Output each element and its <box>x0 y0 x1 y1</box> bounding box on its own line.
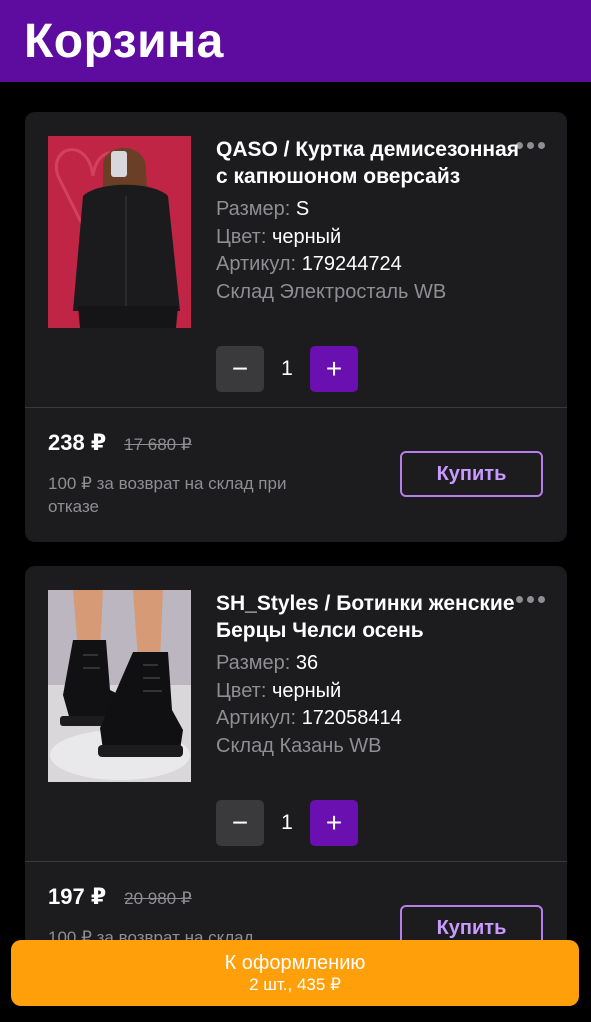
size-label: Размер: <box>216 198 291 220</box>
cart-item: QASO / Куртка демисезонная с капюшоном о… <box>25 112 567 542</box>
app-header: Корзина <box>0 0 591 82</box>
decrease-button[interactable]: − <box>216 800 264 846</box>
product-meta: Размер: 36 Цвет: черный Артикул: 1720584… <box>216 650 536 760</box>
checkout-label: К оформлению <box>224 952 366 974</box>
size-value: S <box>295 198 310 220</box>
decrease-button[interactable]: − <box>216 346 264 392</box>
checkout-summary: 2 шт., 435 ₽ <box>249 975 341 994</box>
product-image[interactable] <box>48 136 191 328</box>
quantity-value: 1 <box>281 357 293 380</box>
size-label: Размер: <box>216 652 291 674</box>
quantity-value: 1 <box>281 811 293 834</box>
quantity-stepper: − 1 + <box>216 346 358 392</box>
product-title[interactable]: SH_Styles / Ботинки женские Берцы Челси … <box>216 590 536 644</box>
increase-button[interactable]: + <box>310 346 358 392</box>
product-title[interactable]: QASO / Куртка демисезонная с капюшоном о… <box>216 136 536 190</box>
product-meta: Размер: S Цвет: черный Артикул: 17924472… <box>216 196 536 306</box>
article-label: Артикул: <box>216 253 297 275</box>
increase-button[interactable]: + <box>310 800 358 846</box>
article-label: Артикул: <box>216 707 297 729</box>
old-price: 17 680 ₽ <box>124 435 192 454</box>
cart-item: SH_Styles / Ботинки женские Берцы Челси … <box>25 566 567 986</box>
old-price: 20 980 ₽ <box>124 889 192 908</box>
product-image[interactable] <box>48 590 191 782</box>
page-title: Корзина <box>24 14 224 68</box>
article-value: 172058414 <box>301 707 402 729</box>
color-value: черный <box>271 225 342 248</box>
price-row: 197 ₽ 20 980 ₽ <box>48 884 192 910</box>
divider <box>25 861 567 862</box>
color-label: Цвет: <box>216 679 267 702</box>
warehouse: Склад Казань WB <box>216 734 382 757</box>
product-info: QASO / Куртка демисезонная с капюшоном о… <box>216 136 536 306</box>
article-value: 179244724 <box>301 253 402 275</box>
quantity-stepper: − 1 + <box>216 800 358 846</box>
product-info: SH_Styles / Ботинки женские Берцы Челси … <box>216 590 536 760</box>
return-note: 100 ₽ за возврат на склад при отказе <box>48 474 287 516</box>
warehouse: Склад Электросталь WB <box>216 280 447 303</box>
price-row: 238 ₽ 17 680 ₽ <box>48 430 192 456</box>
color-value: черный <box>271 679 342 702</box>
buy-button[interactable]: Купить <box>400 451 543 497</box>
size-value: 36 <box>295 652 319 674</box>
price: 238 ₽ <box>48 430 107 455</box>
checkout-button[interactable]: К оформлению 2 шт., 435 ₽ <box>11 940 579 1006</box>
price: 197 ₽ <box>48 884 107 909</box>
color-label: Цвет: <box>216 225 267 248</box>
divider <box>25 407 567 408</box>
